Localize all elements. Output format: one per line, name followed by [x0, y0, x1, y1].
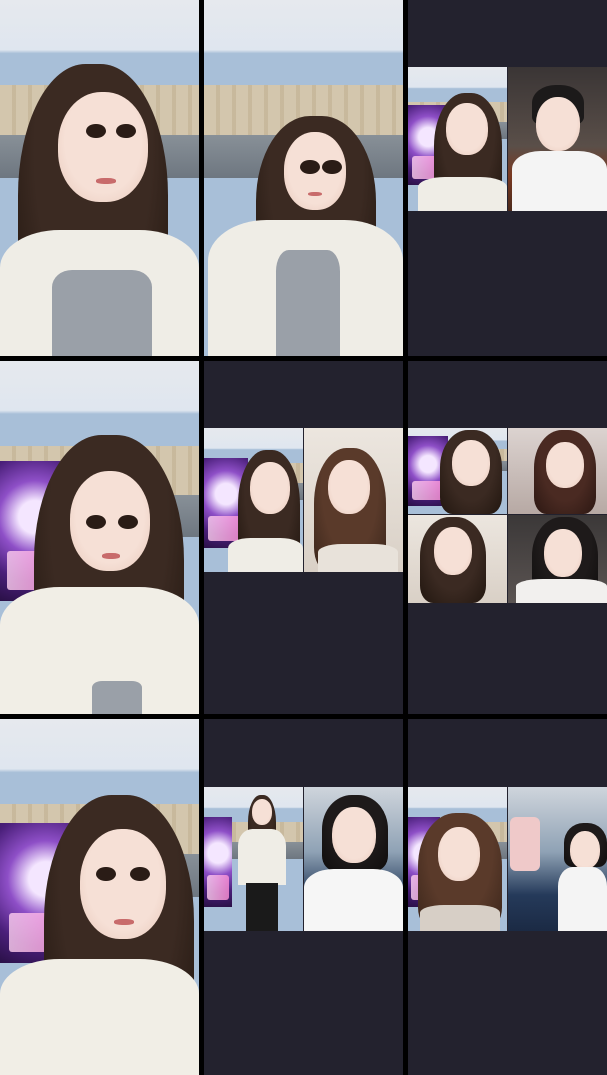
- stream-tile-6[interactable]: [408, 361, 607, 714]
- stream-tile-9[interactable]: [408, 719, 607, 1075]
- stream-tile-2[interactable]: [204, 0, 403, 356]
- guest-video-2[interactable]: [508, 428, 607, 514]
- stream-tile-4[interactable]: [0, 361, 199, 714]
- guest-video-2[interactable]: [304, 428, 403, 572]
- stream-tile-3[interactable]: [408, 0, 607, 356]
- guest-video-1[interactable]: [204, 428, 303, 572]
- guest-video-4[interactable]: [508, 515, 607, 603]
- guest-video-2[interactable]: [508, 787, 607, 931]
- streamer: [0, 0, 199, 356]
- celebration-banner: [204, 817, 232, 907]
- streamer: [0, 361, 199, 714]
- stream-tile-1[interactable]: [0, 0, 199, 356]
- streamer: [204, 0, 403, 356]
- guest-video-1[interactable]: [408, 787, 507, 931]
- streamer: [0, 719, 199, 1075]
- stream-tile-8[interactable]: [204, 719, 403, 1075]
- guest-video-1[interactable]: [204, 787, 303, 931]
- stream-tile-7[interactable]: [0, 719, 199, 1075]
- guest-video-2[interactable]: [508, 67, 607, 211]
- stream-tile-5[interactable]: [204, 361, 403, 714]
- guest-video-1[interactable]: [408, 428, 507, 514]
- stream-grid: [0, 0, 607, 1075]
- guest-video-2[interactable]: [304, 787, 403, 931]
- guest-video-1[interactable]: [408, 67, 507, 211]
- guest-video-3[interactable]: [408, 515, 507, 603]
